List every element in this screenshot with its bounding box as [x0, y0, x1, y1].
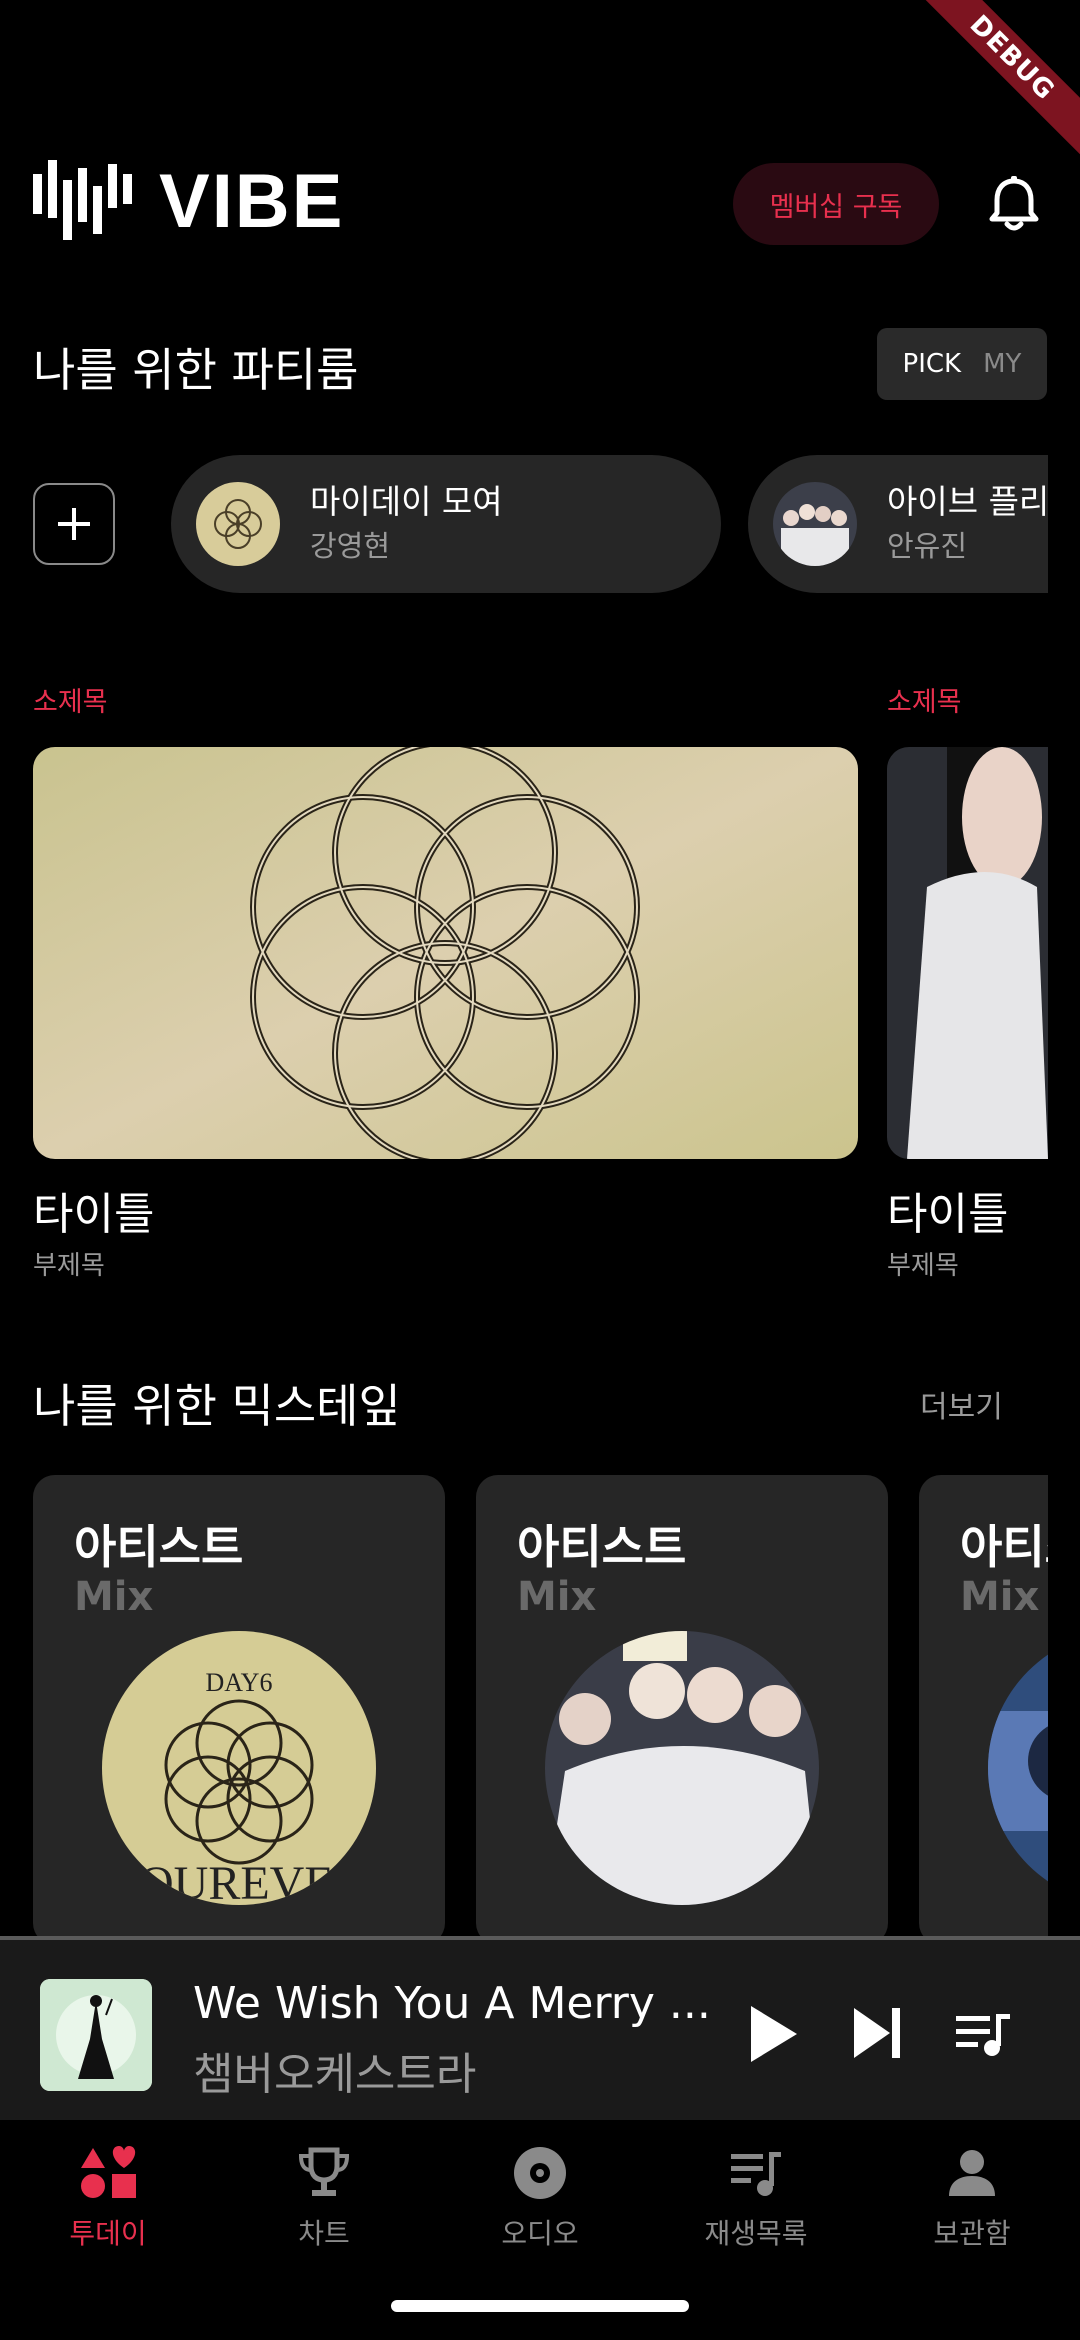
mix-card-3[interactable]: 아티스트 Mix: [919, 1475, 1048, 1945]
featured-card-image[interactable]: [887, 747, 1048, 1159]
disc-icon: [514, 2147, 566, 2199]
party-room-thumb: [196, 482, 280, 566]
nav-label: 보관함: [933, 2217, 1011, 2250]
playlist-icon: [731, 2152, 781, 2196]
featured-subtitle: 부제목: [887, 1251, 959, 1281]
mix-card-2[interactable]: 아티스트 Mix: [476, 1475, 888, 1945]
nav-label: 투데이: [69, 2217, 147, 2250]
mix-card-label: Mix: [74, 1574, 154, 1620]
nav-playlist[interactable]: 재생목록: [648, 2120, 864, 2300]
mix-card-1[interactable]: 아티스트 Mix DAY6 FOUREVER: [33, 1475, 445, 1945]
nav-label: 재생목록: [704, 2217, 808, 2250]
player-song-title: We Wish You A Merry ...: [193, 1978, 711, 2029]
playlist-queue-icon[interactable]: [956, 2012, 1012, 2058]
next-track-icon[interactable]: [852, 2006, 904, 2060]
mix-card-artist: 아티스트: [74, 1520, 244, 1574]
player-album-art[interactable]: [40, 1979, 152, 2091]
ive-group-photo-icon: [773, 482, 857, 566]
mix-card-artist: 아티스트: [517, 1520, 687, 1574]
featured-subtitle: 부제목: [33, 1251, 105, 1281]
party-room-title: 아이브 플리: [887, 482, 1048, 521]
fourever-text: FOUREVER: [112, 1857, 365, 1905]
mix-card-label: Mix: [960, 1574, 1040, 1620]
album-art: [988, 1631, 1048, 1905]
party-room-host: 안유진: [887, 529, 968, 563]
toggle-pick[interactable]: PICK: [903, 349, 962, 379]
mix-card-disc: [988, 1631, 1048, 1905]
membership-subscribe-button[interactable]: 멤버십 구독: [733, 163, 939, 245]
mix-card-artist: 아티스트: [960, 1520, 1048, 1574]
party-room-title: 마이데이 모여: [310, 482, 503, 521]
today-shapes-icon: [81, 2146, 136, 2198]
play-icon[interactable]: [745, 2002, 801, 2066]
day6-fourever-artwork: [33, 747, 858, 1159]
toggle-my[interactable]: MY: [983, 349, 1021, 379]
party-section-title: 나를 위한 파티룸: [33, 343, 359, 397]
trophy-icon: [298, 2147, 350, 2196]
featured-title: 타이틀: [33, 1189, 155, 1240]
ive-group-photo: [545, 1631, 819, 1905]
featured-card-image[interactable]: [33, 747, 858, 1159]
party-room-2[interactable]: 아이브 플리 안유진: [748, 455, 1048, 593]
mix-card-disc: DAY6 FOUREVER: [102, 1631, 376, 1905]
mix-card-disc: [545, 1631, 819, 1905]
mixtape-section-title: 나를 위한 믹스테잎: [33, 1379, 401, 1433]
mix-card-label: Mix: [517, 1574, 597, 1620]
album-art-figure: [40, 1979, 152, 2091]
debug-ribbon: DEBUG: [920, 0, 1080, 160]
mixtape-more-link[interactable]: 더보기: [920, 1382, 1003, 1426]
mini-player[interactable]: We Wish You A Merry ... 챔버오케스트라: [0, 1936, 1080, 2120]
featured-title: 타이틀: [887, 1189, 1009, 1240]
vibe-logo-mark-icon: [33, 160, 132, 240]
pick-my-toggle[interactable]: PICK MY: [877, 328, 1047, 400]
featured-kicker: 소제목: [33, 687, 108, 718]
featured-kicker: 소제목: [887, 687, 962, 718]
plus-icon: [58, 508, 90, 540]
debug-label: DEBUG: [920, 0, 1080, 157]
home-indicator[interactable]: [391, 2300, 689, 2312]
party-room-host: 강영현: [310, 529, 391, 563]
party-room-thumb: [773, 482, 857, 566]
day6-album-icon: [196, 482, 280, 566]
artist-photo: [887, 747, 1048, 1159]
bell-icon[interactable]: [984, 175, 1044, 235]
nav-audio[interactable]: 오디오: [432, 2120, 648, 2300]
add-party-button[interactable]: [33, 483, 115, 565]
nav-label: 차트: [298, 2217, 350, 2250]
vibe-logo[interactable]: VIBE: [33, 160, 344, 244]
nav-chart[interactable]: 차트: [216, 2120, 432, 2300]
player-artist: 챔버오케스트라: [193, 2049, 477, 2100]
nav-library[interactable]: 보관함: [864, 2120, 1080, 2300]
nav-today[interactable]: 투데이: [0, 2120, 216, 2300]
day6-text: DAY6: [206, 1668, 273, 1697]
nav-label: 오디오: [501, 2217, 579, 2250]
day6-album-art: DAY6 FOUREVER: [102, 1631, 376, 1905]
vibe-logo-text: VIBE: [159, 159, 345, 244]
person-icon: [949, 2150, 995, 2196]
party-room-1[interactable]: 마이데이 모여 강영현: [171, 455, 721, 593]
